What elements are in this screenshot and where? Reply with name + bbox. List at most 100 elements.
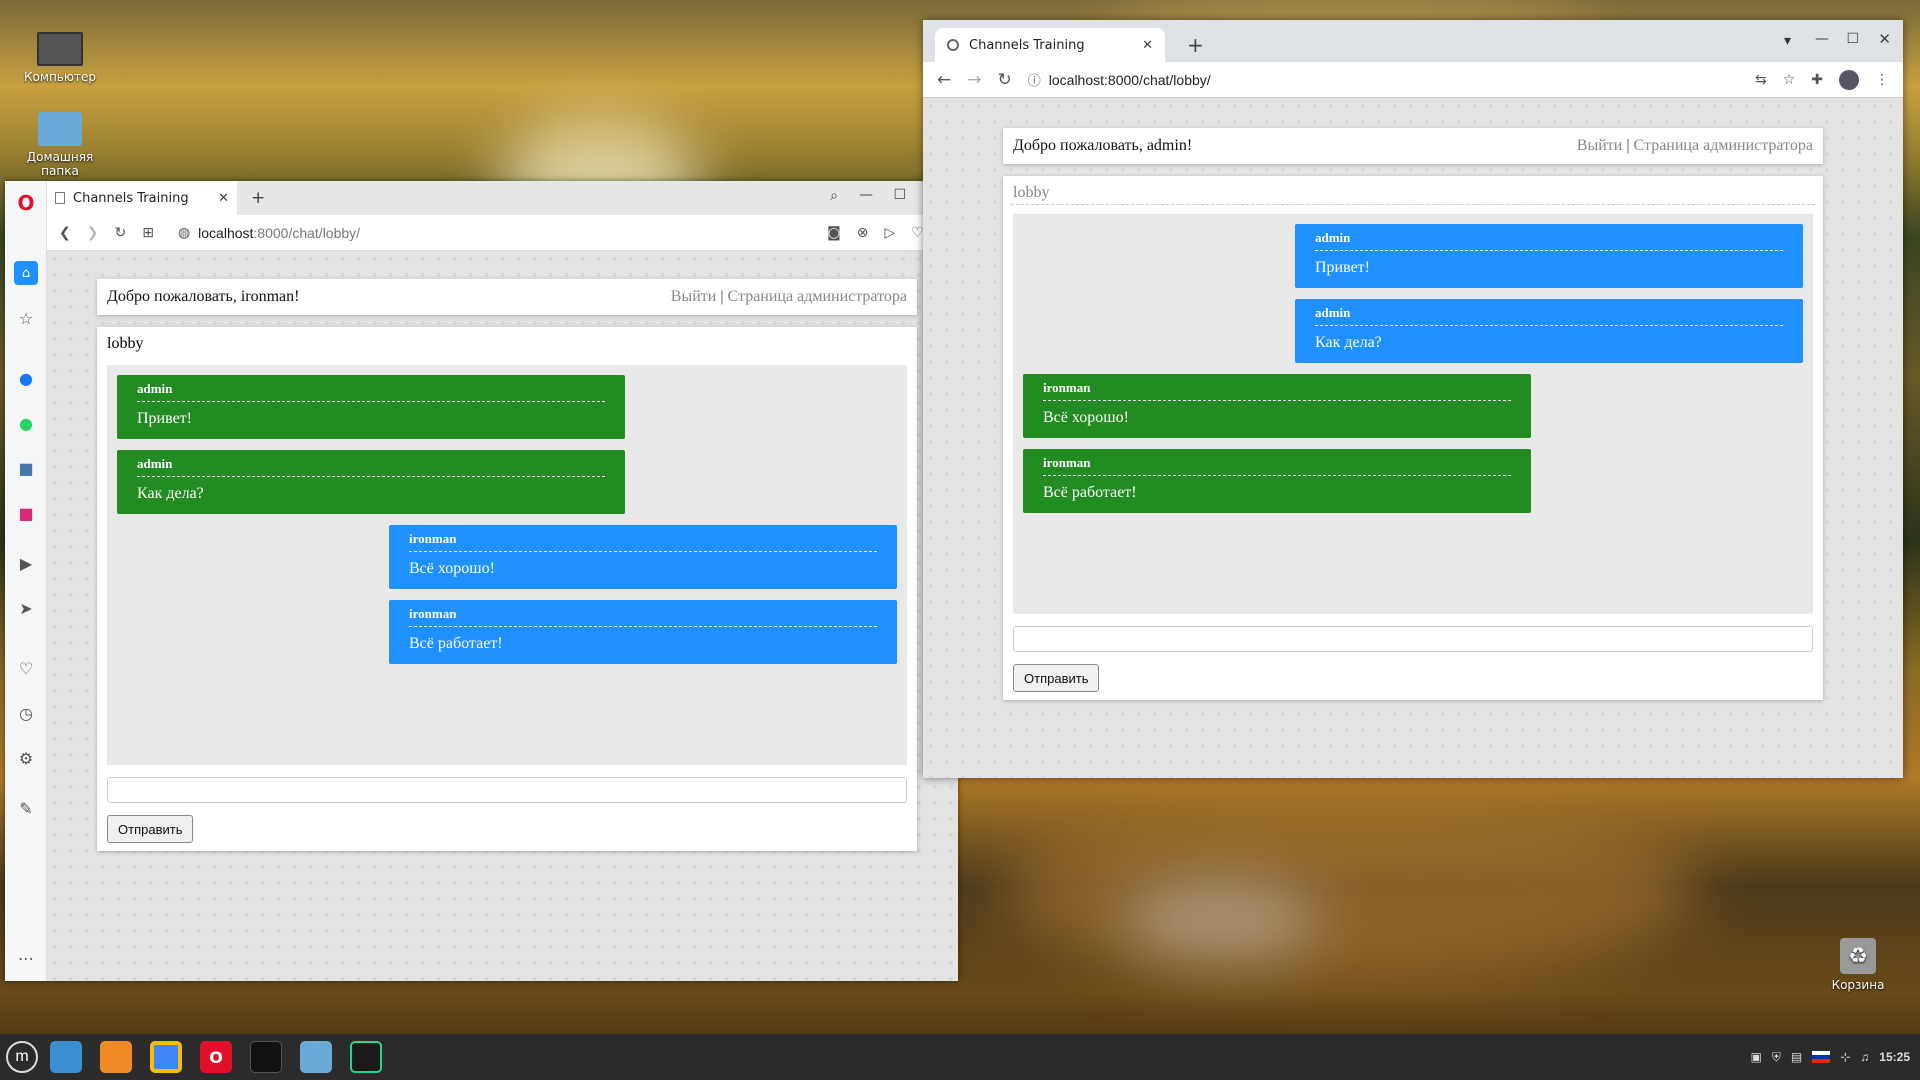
- bookmark-star-icon[interactable]: ☆: [1783, 72, 1796, 88]
- star-icon[interactable]: ☆: [14, 306, 38, 330]
- firefox-icon[interactable]: [100, 1041, 132, 1073]
- close-tab-icon[interactable]: ✕: [1142, 38, 1153, 53]
- keyboard-layout-flag-icon[interactable]: [1812, 1051, 1831, 1063]
- bulb-icon[interactable]: ✎: [14, 796, 38, 820]
- menu-logo-icon[interactable]: m: [6, 1041, 38, 1073]
- message-bubble: admin Как дела?: [1295, 299, 1803, 363]
- terminal-icon[interactable]: [250, 1041, 282, 1073]
- send-icon[interactable]: ➤: [14, 596, 38, 620]
- globe-icon: ◍: [177, 224, 191, 241]
- translate-icon[interactable]: ⇆: [1755, 72, 1767, 88]
- folder-icon[interactable]: [300, 1041, 332, 1073]
- volume-icon[interactable]: ♫: [1860, 1050, 1869, 1064]
- message-author: ironman: [409, 606, 877, 627]
- logout-link[interactable]: Выйти: [1577, 137, 1623, 154]
- new-tab-icon[interactable]: +: [251, 188, 265, 208]
- clock[interactable]: 15:25: [1879, 1050, 1910, 1064]
- messenger-icon[interactable]: ●: [14, 366, 38, 390]
- logout-link[interactable]: Выйти: [671, 288, 717, 305]
- messages-area: admin Привет! admin Как дела? ironman Вс…: [1013, 214, 1813, 614]
- message-text: Всё хорошо!: [1043, 409, 1129, 426]
- reload-icon[interactable]: ↻: [114, 225, 126, 241]
- vk-icon[interactable]: ■: [14, 456, 38, 480]
- player-icon[interactable]: ▶: [14, 551, 38, 575]
- send-button[interactable]: Отправить: [1013, 664, 1100, 692]
- message-author: admin: [137, 456, 605, 477]
- forward-icon[interactable]: ❯: [87, 225, 99, 241]
- chrome-page: Добро пожаловать, admin! Выйти | Страниц…: [923, 98, 1903, 778]
- extensions-icon[interactable]: ✚: [1811, 72, 1823, 88]
- instagram-icon[interactable]: ■: [14, 501, 38, 525]
- desktop-icon-trash[interactable]: ♻ Корзина: [1813, 938, 1903, 992]
- message-bubble: ironman Всё работает!: [1023, 449, 1531, 513]
- desktop-icon-computer[interactable]: Компьютер: [15, 32, 105, 84]
- close-window-icon[interactable]: ✕: [1878, 30, 1891, 48]
- clipboard-icon[interactable]: ▣: [1751, 1050, 1762, 1064]
- tabs-grid-icon[interactable]: ⊞: [142, 225, 154, 241]
- minimize-icon[interactable]: —: [1815, 31, 1829, 47]
- back-icon[interactable]: ❮: [59, 225, 71, 241]
- back-icon[interactable]: ←: [937, 70, 951, 90]
- wallpaper-garden: [1120, 880, 1320, 960]
- notes-icon[interactable]: ▤: [1791, 1050, 1802, 1064]
- welcome-text: Добро пожаловать, admin!: [1013, 137, 1193, 154]
- message-bubble: ironman Всё хорошо!: [389, 525, 897, 589]
- forward-icon[interactable]: →: [967, 70, 981, 90]
- info-icon[interactable]: ⓘ: [1028, 70, 1041, 89]
- whatsapp-icon[interactable]: ●: [14, 411, 38, 435]
- pycharm-icon[interactable]: [350, 1041, 382, 1073]
- settings-icon[interactable]: ⚙: [14, 746, 38, 770]
- heart-icon[interactable]: ♡: [14, 656, 38, 680]
- history-icon[interactable]: ◷: [14, 701, 38, 725]
- message-input[interactable]: [1013, 626, 1813, 652]
- more-icon[interactable]: ⋯: [14, 946, 38, 970]
- admin-page-link[interactable]: Страница администратора: [728, 288, 907, 305]
- network-icon[interactable]: ⊹: [1840, 1050, 1850, 1064]
- adblock-icon[interactable]: ⊗: [857, 225, 869, 241]
- room-title: lobby: [1011, 176, 1815, 205]
- message-text: Всё хорошо!: [409, 560, 495, 577]
- chat-card: lobby admin Привет! admin Как дела? iron…: [1003, 176, 1823, 700]
- search-icon[interactable]: ⌕: [830, 188, 838, 204]
- message-input[interactable]: [107, 777, 907, 803]
- menu-icon[interactable]: ⋮: [1875, 72, 1889, 88]
- share-icon[interactable]: ▷: [884, 225, 895, 241]
- message-bubble: admin Привет!: [1295, 224, 1803, 288]
- reload-icon[interactable]: ↻: [998, 70, 1012, 90]
- globe-icon: [947, 39, 959, 51]
- tab-search-icon[interactable]: ▾: [1784, 33, 1791, 49]
- maximize-icon[interactable]: ☐: [893, 187, 906, 203]
- new-tab-icon[interactable]: +: [1187, 33, 1204, 57]
- desktop-icon-home[interactable]: Домашняя папка: [15, 112, 105, 178]
- admin-page-link[interactable]: Страница администратора: [1634, 137, 1813, 154]
- url-field[interactable]: localhost:8000/chat/lobby/: [198, 225, 360, 241]
- recycle-icon: ♻: [1840, 938, 1876, 974]
- maximize-icon[interactable]: ☐: [1846, 31, 1859, 47]
- url-field[interactable]: localhost:8000/chat/lobby/: [1049, 72, 1211, 88]
- opera-logo-icon[interactable]: O: [14, 191, 38, 215]
- avatar[interactable]: [1839, 69, 1859, 90]
- chat-card: lobby admin Привет! admin Как дела? iron…: [97, 327, 917, 851]
- shield-icon[interactable]: ⛨: [1772, 1050, 1781, 1065]
- message-author: admin: [1315, 230, 1783, 251]
- url-host: localhost: [198, 224, 254, 241]
- send-button[interactable]: Отправить: [107, 815, 194, 843]
- home-icon[interactable]: ⌂: [14, 261, 38, 285]
- heart-icon[interactable]: ♡: [911, 225, 924, 241]
- message-bubble: ironman Всё работает!: [389, 600, 897, 664]
- chrome-icon[interactable]: [150, 1041, 182, 1073]
- separator: |: [1626, 137, 1630, 154]
- separator: |: [720, 288, 724, 305]
- opera-icon[interactable]: O: [200, 1041, 232, 1073]
- opera-tabbar: Channels Training ✕ + ⌕ — ☐: [47, 181, 958, 215]
- camera-icon[interactable]: ◙: [827, 225, 841, 241]
- url-path: :8000/chat/lobby/: [253, 224, 361, 241]
- chrome-address-bar: ← → ↻ ⓘ localhost:8000/chat/lobby/ ⇆ ☆ ✚…: [923, 62, 1903, 98]
- minimize-icon[interactable]: —: [859, 187, 873, 203]
- close-tab-icon[interactable]: ✕: [218, 191, 229, 206]
- room-title: lobby: [107, 335, 144, 352]
- opera-tab[interactable]: Channels Training ✕: [47, 181, 237, 215]
- chrome-tab[interactable]: Channels Training ✕: [935, 28, 1165, 62]
- message-author: admin: [1315, 305, 1783, 326]
- files-icon[interactable]: [50, 1041, 82, 1073]
